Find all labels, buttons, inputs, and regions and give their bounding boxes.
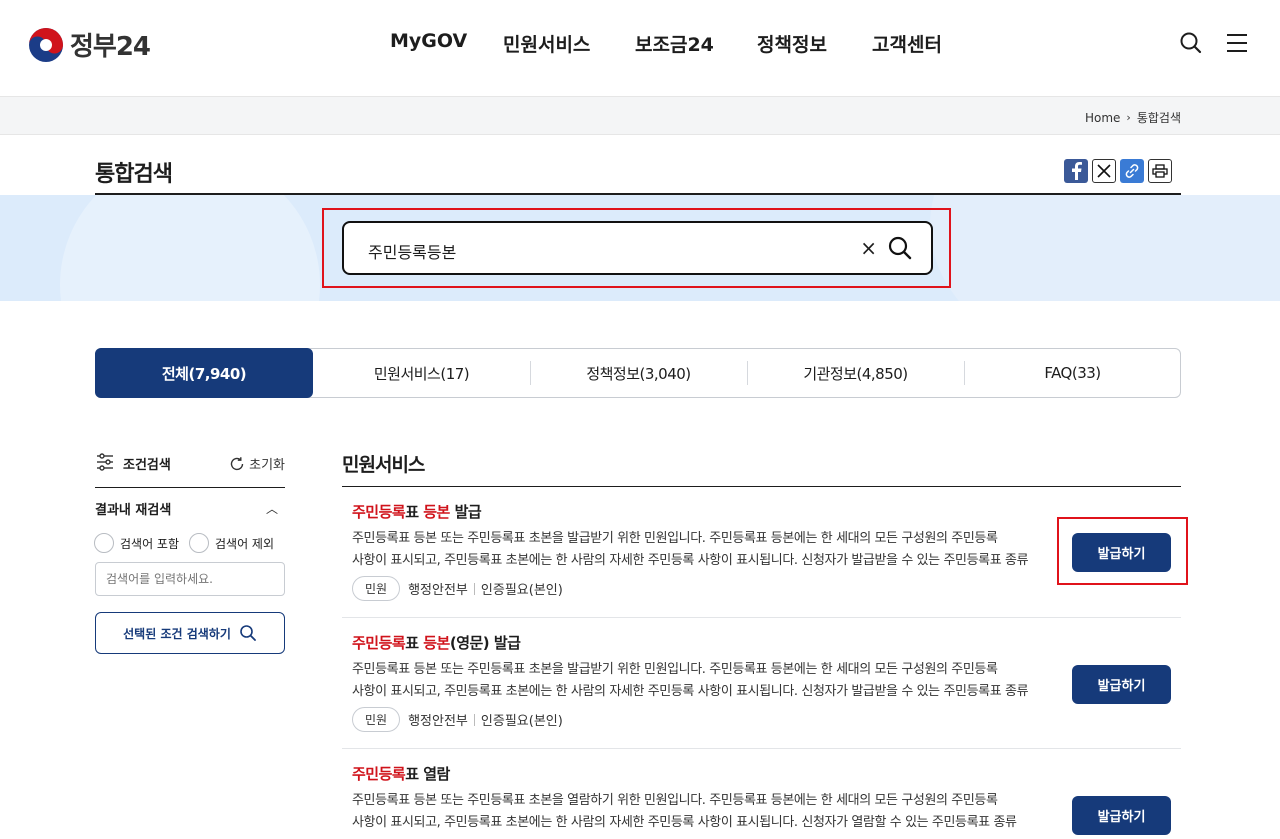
facebook-icon[interactable]: [1064, 159, 1088, 183]
breadcrumb-bar: Home › 통합검색: [0, 96, 1280, 135]
radio-circle[interactable]: [94, 533, 114, 553]
radio-include[interactable]: 검색어 포함: [94, 533, 179, 553]
filter-header: 조건검색 초기화: [95, 452, 285, 473]
main-nav: MyGOV 민원서비스 보조금24 정책정보 고객센터: [0, 30, 1280, 60]
nav-item-civil-service[interactable]: 민원서비스: [503, 30, 590, 57]
re-search-heading[interactable]: 결과내 재검색: [95, 499, 171, 518]
reset-label: 초기화: [249, 458, 285, 473]
chevron-right-icon: ›: [1126, 111, 1131, 124]
issue-button[interactable]: 발급하기: [1072, 796, 1171, 835]
breadcrumb: Home › 통합검색: [1085, 109, 1181, 126]
section-title: 민원서비스: [342, 454, 425, 476]
condition-search-label: 선택된 조건 검색하기: [123, 626, 231, 641]
result-title[interactable]: 주민등록표 등본 발급: [352, 501, 482, 522]
breadcrumb-home[interactable]: Home: [1085, 111, 1120, 125]
site-header: 정부24 MyGOV 민원서비스 보조금24 정책정보 고객센터: [0, 0, 1280, 96]
search-input[interactable]: 주민등록등본 ×: [342, 221, 933, 275]
result-item: 주민등록표 열람 주민등록표 등본 또는 주민등록표 초본을 열람하기 위한 민…: [342, 749, 1181, 839]
agency: 행정안전부: [408, 714, 468, 729]
result-meta: 민원 행정안전부 인증필요(본인): [352, 576, 563, 601]
meta-divider: [473, 713, 475, 726]
title-highlight: 등본: [423, 503, 450, 521]
title-text: (영문) 발급: [449, 634, 521, 652]
result-title[interactable]: 주민등록표 등본(영문) 발급: [352, 632, 521, 653]
tab-faq[interactable]: FAQ(33): [964, 349, 1181, 397]
search-input-value[interactable]: 주민등록등본: [368, 239, 456, 263]
condition-search-button[interactable]: 선택된 조건 검색하기: [95, 612, 285, 654]
agency: 행정안전부: [408, 583, 468, 598]
breadcrumb-current: 통합검색: [1136, 111, 1181, 125]
chevron-up-icon[interactable]: ︿: [266, 500, 278, 517]
issue-button[interactable]: 발급하기: [1072, 665, 1171, 704]
reset-button[interactable]: 초기화: [229, 454, 285, 473]
page-title: 통합검색: [95, 162, 173, 187]
tab-all[interactable]: 전체(7,940): [95, 348, 313, 398]
description-line: 주민등록표 등본 또는 주민등록표 초본을 열람하기 위한 민원입니다. 주민등…: [352, 793, 998, 808]
category-chip: 민원: [352, 576, 401, 601]
clear-icon[interactable]: ×: [860, 236, 877, 260]
print-icon[interactable]: [1148, 159, 1172, 183]
search-icon: [240, 625, 256, 641]
hero-decoration: [930, 195, 1280, 301]
title-highlight: 주민등록: [352, 503, 406, 521]
radio-exclude-label: 검색어 제외: [215, 536, 275, 551]
title-highlight: 등본: [423, 634, 450, 652]
radio-include-label: 검색어 포함: [120, 536, 180, 551]
description-line: 주민등록표 등본 또는 주민등록표 초본을 발급받기 위한 민원입니다. 주민등…: [352, 662, 998, 677]
filter-title: 조건검색: [123, 458, 171, 473]
filter-divider: [95, 487, 285, 488]
tab-civil-service[interactable]: 민원서비스(17): [313, 349, 530, 397]
description-line: 사항이 표시되고, 주민등록표 초본에는 한 사람의 자세한 주민등록 사항이 …: [352, 684, 1029, 699]
search-icon[interactable]: [887, 235, 913, 261]
description-line: 사항이 표시되고, 주민등록표 초본에는 한 사람의 자세한 주민등록 사항이 …: [352, 815, 1017, 830]
nav-item-subsidy24[interactable]: 보조금24: [635, 30, 714, 57]
tab-agency[interactable]: 기관정보(4,850): [747, 349, 964, 397]
title-text: 표: [405, 634, 424, 652]
result-title[interactable]: 주민등록표 열람: [352, 763, 450, 784]
description-line: 사항이 표시되고, 주민등록표 초본에는 한 사람의 자세한 주민등록 사항이 …: [352, 553, 1029, 568]
result-item: 주민등록표 등본(영문) 발급 주민등록표 등본 또는 주민등록표 초본을 발급…: [342, 618, 1181, 749]
search-icon[interactable]: [1178, 30, 1204, 56]
result-meta: 민원 행정안전부 인증필요(본인): [352, 707, 563, 732]
auth-requirement: 인증필요(본인): [480, 583, 563, 598]
keyword-input[interactable]: [95, 562, 285, 596]
title-text: 표: [405, 503, 424, 521]
result-description: 주민등록표 등본 또는 주민등록표 초본을 열람하기 위한 민원입니다. 주민등…: [352, 790, 1052, 834]
x-icon[interactable]: [1092, 159, 1116, 183]
filter-sliders-icon: [97, 453, 113, 471]
title-highlight: 주민등록: [352, 634, 406, 652]
category-chip: 민원: [352, 707, 401, 732]
nav-item-customer-center[interactable]: 고객센터: [872, 30, 942, 57]
nav-item-policy[interactable]: 정책정보: [757, 30, 827, 57]
refresh-icon: [230, 456, 244, 470]
menu-icon[interactable]: [1224, 30, 1250, 56]
result-tabs: 전체(7,940) 민원서비스(17) 정책정보(3,040) 기관정보(4,8…: [95, 348, 1181, 398]
tab-policy[interactable]: 정책정보(3,040): [530, 349, 747, 397]
result-item: 주민등록표 등본 발급 주민등록표 등본 또는 주민등록표 초본을 발급받기 위…: [342, 487, 1181, 618]
hero-decoration: [60, 195, 320, 301]
title-text: 발급: [449, 503, 482, 521]
title-highlight: 주민등록: [352, 765, 406, 783]
description-line: 주민등록표 등본 또는 주민등록표 초본을 발급받기 위한 민원입니다. 주민등…: [352, 531, 998, 546]
nav-item-mygov[interactable]: MyGOV: [390, 30, 467, 52]
title-text: 표 열람: [405, 765, 450, 783]
auth-requirement: 인증필요(본인): [480, 714, 563, 729]
meta-divider: [473, 582, 475, 595]
annotation-highlight-box: [1057, 517, 1188, 585]
radio-exclude[interactable]: 검색어 제외: [189, 533, 274, 553]
result-description: 주민등록표 등본 또는 주민등록표 초본을 발급받기 위한 민원입니다. 주민등…: [352, 659, 1052, 703]
radio-circle[interactable]: [189, 533, 209, 553]
link-icon[interactable]: [1120, 159, 1144, 183]
result-description: 주민등록표 등본 또는 주민등록표 초본을 발급받기 위한 민원입니다. 주민등…: [352, 528, 1052, 572]
